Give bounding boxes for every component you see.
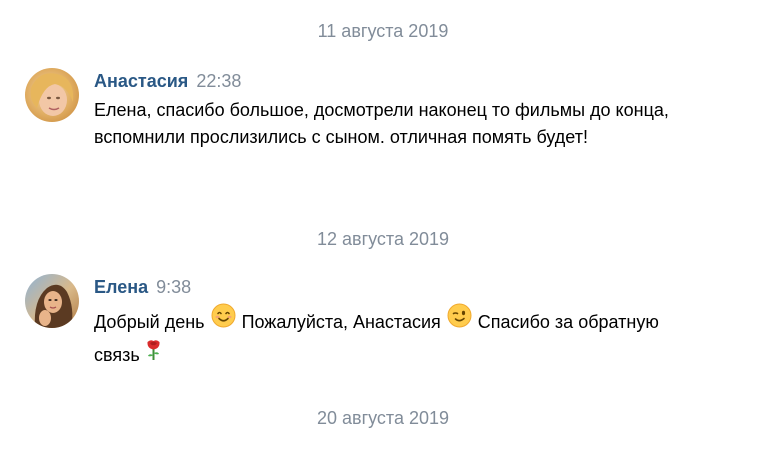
avatar[interactable] [25,274,79,328]
date-separator: 20 августа 2019 [316,408,450,428]
rose-emoji-icon [141,336,166,361]
author-name[interactable]: Анастасия [94,71,188,91]
message-text-part: Добрый день [94,312,210,332]
winking-face-emoji-icon [447,303,472,328]
message-text: Добрый день Пожалуйста, Анастасия Спасиб… [94,303,694,369]
date-separator: 11 августа 2019 [317,21,449,41]
message-header: Анастасия 22:38 [94,69,241,93]
avatar-photo-icon [25,68,79,122]
message-header: Елена 9:38 [94,275,191,299]
date-separator: 12 августа 2019 [316,229,450,249]
smiling-face-emoji-icon [211,303,236,328]
message-time[interactable]: 9:38 [156,277,191,297]
avatar[interactable] [25,68,79,122]
avatar-photo-icon [25,274,79,328]
message-text-part: Пожалуйста, Анастасия [236,312,446,332]
message-text: Елена, спасибо большое, досмотрели након… [94,100,669,147]
message-time[interactable]: 22:38 [196,71,241,91]
author-name[interactable]: Елена [94,277,148,297]
